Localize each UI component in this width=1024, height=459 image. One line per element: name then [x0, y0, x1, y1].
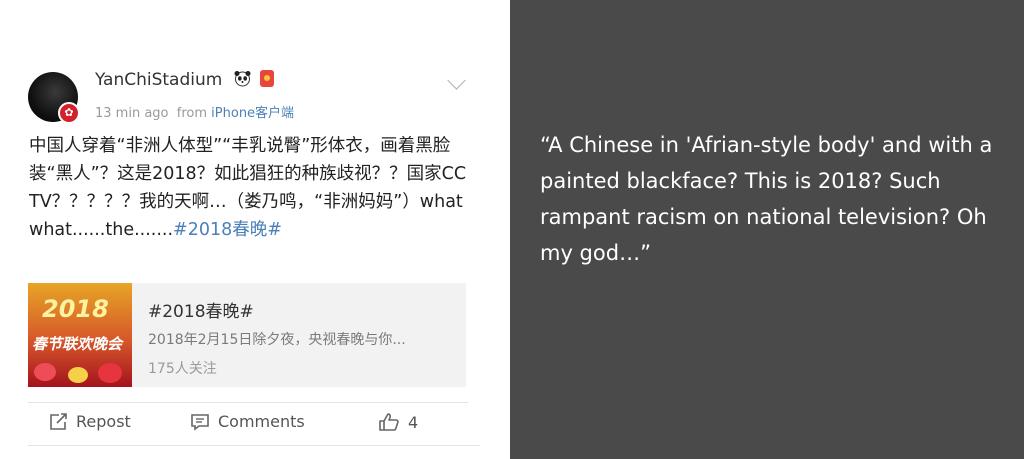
divider: [28, 402, 468, 403]
post-source-link[interactable]: iPhone客户端: [211, 106, 294, 121]
thumb-year: 2018: [42, 295, 109, 323]
topic-description: 2018年2月15日除夕夜，央视春晚与你...: [148, 332, 406, 348]
region-flag-icon: ✿: [58, 102, 80, 124]
bottom-divider: [28, 445, 480, 446]
repost-label: Repost: [76, 412, 131, 431]
repost-icon: [50, 412, 67, 430]
hashtag-link[interactable]: #2018春晚#: [173, 220, 282, 240]
chevron-down-icon[interactable]: [447, 71, 466, 90]
topic-title: #2018春晚#: [148, 302, 254, 322]
weibo-post-panel: ✿ YanChiStadium 13 min ago from iPhone客户…: [0, 0, 510, 459]
translation-quote: “A Chinese in 'Afrian-style body' and wi…: [540, 133, 993, 265]
user-badges: [234, 69, 274, 87]
comments-label: Comments: [218, 412, 305, 431]
post-text: 中国人穿着“非洲人体型”“丰乳说臀”形体衣，画着黑脸装“黑人”？这是2018？如…: [29, 132, 469, 244]
repost-button[interactable]: Repost: [48, 412, 131, 431]
topic-followers: 175人关注: [148, 361, 217, 377]
flower-decoration: [34, 363, 56, 381]
post-time: 13 min ago: [95, 106, 169, 121]
flower-decoration: [98, 363, 122, 383]
thumbs-up-icon: [379, 413, 399, 431]
user-avatar[interactable]: ✿: [28, 72, 80, 124]
topic-thumbnail: 2018 春节联欢晚会: [28, 283, 132, 387]
panda-icon: [234, 70, 251, 87]
like-count: 4: [408, 412, 419, 432]
topic-card[interactable]: 2018 春节联欢晚会 #2018春晚# 2018年2月15日除夕夜，央视春晚与…: [28, 283, 466, 387]
post-meta: 13 min ago from iPhone客户端: [95, 102, 294, 121]
like-button[interactable]: 4: [378, 412, 418, 432]
username[interactable]: YanChiStadium: [95, 70, 222, 90]
from-label: from: [176, 106, 208, 121]
red-packet-icon: [259, 70, 274, 87]
comment-icon: [191, 413, 209, 431]
thumb-title: 春节联欢晚会: [32, 335, 123, 353]
flower-decoration: [68, 367, 88, 383]
comments-button[interactable]: Comments: [190, 412, 305, 431]
